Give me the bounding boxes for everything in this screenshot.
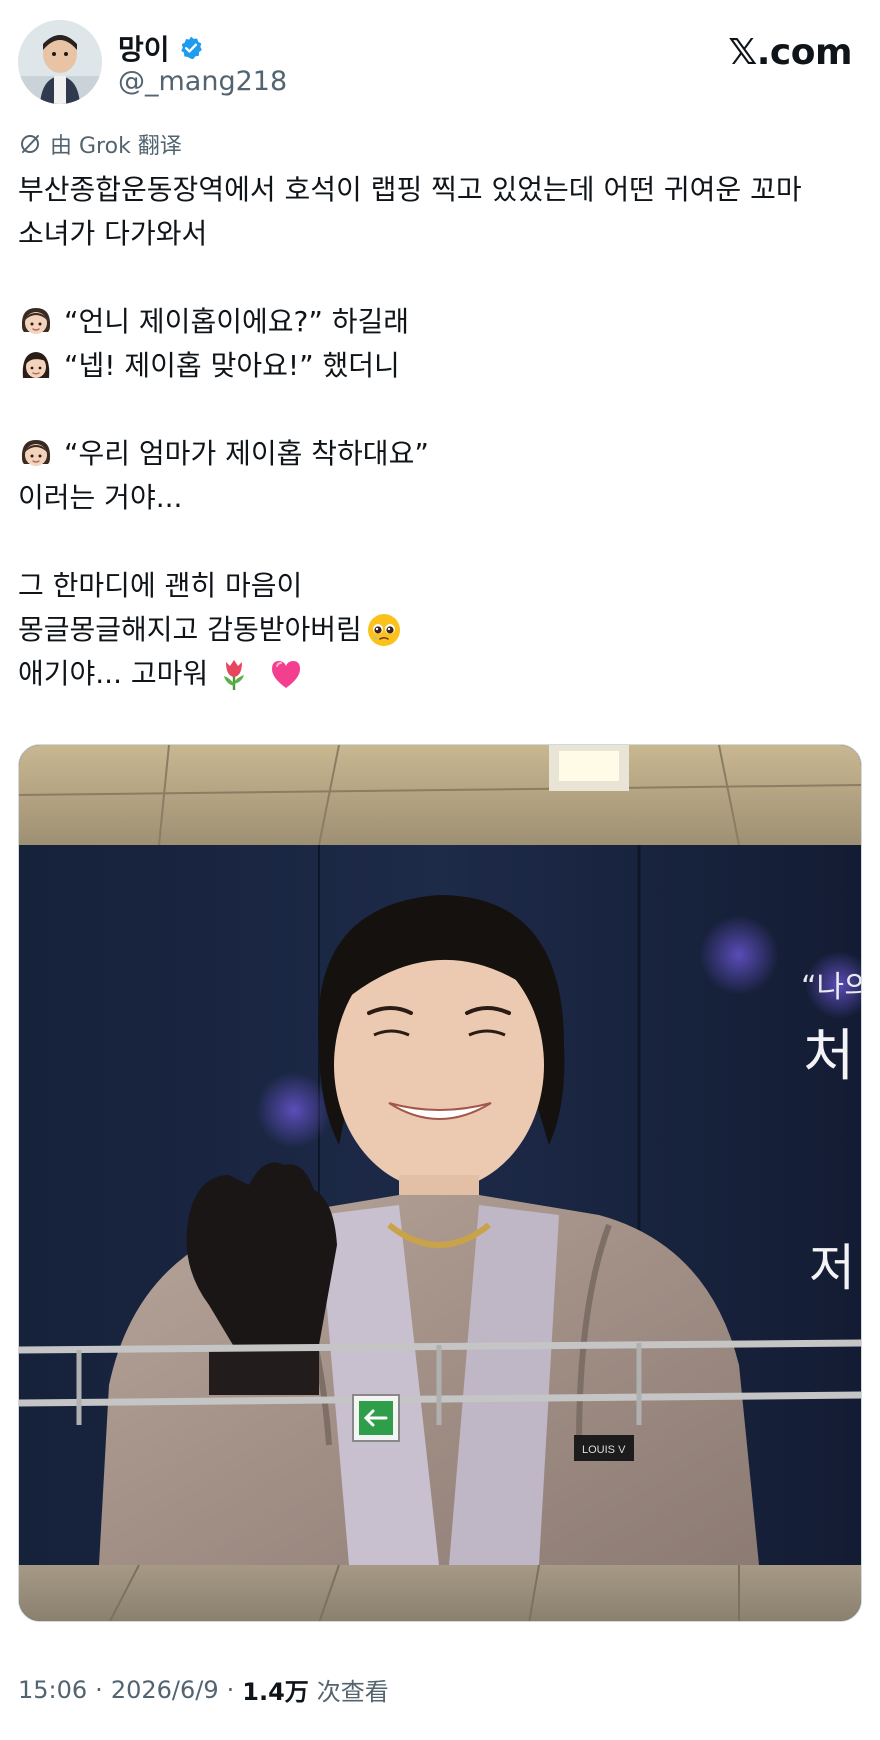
x-com-logo: 𝕏.com xyxy=(728,32,852,73)
views-count: 1.4万 xyxy=(242,1678,309,1706)
tweet-media-photo[interactable]: LOUIS V “나의 처 저 xyxy=(18,744,862,1622)
tweet-line: 부산종합운동장역에서 호석이 랩핑 찍고 있었는데 어떤 귀여운 꼬마 xyxy=(18,168,868,212)
translation-label[interactable]: 由 Grok 翻译 xyxy=(18,128,182,160)
jacket-brand-label: LOUIS V xyxy=(582,1444,626,1456)
tweet-line-text: 소녀가 다가와서 xyxy=(18,217,208,250)
tweet-line: “우리 엄마가 제이홉 착하대요” xyxy=(18,432,868,476)
pink-heart-emoji-icon xyxy=(268,656,304,692)
tweet-line-text: 애기야... 고마워 xyxy=(18,657,209,690)
tweet-header: 망이 @_mang218 𝕏.com xyxy=(18,20,862,104)
wall-sign-text-2: 처 xyxy=(803,1024,855,1089)
wall-sign-text-3: 저 xyxy=(809,1239,855,1297)
translation-text: 由 Grok 翻译 xyxy=(50,134,182,159)
tweet-line: 그 한마디에 괜히 마음이 xyxy=(18,564,868,608)
girl-emoji-icon xyxy=(18,304,54,340)
tweet-line: 몽글몽글해지고 감동받아버림 xyxy=(18,608,868,652)
tweet-date[interactable]: 2026/6/9 xyxy=(111,1676,219,1704)
pleading-face-emoji-icon xyxy=(366,612,402,648)
avatar[interactable] xyxy=(18,20,102,104)
subway-wrap-ad-photo: LOUIS V “나의 처 저 xyxy=(19,745,862,1621)
tweet-line-text: 그 한마디에 괜히 마음이 xyxy=(18,569,303,602)
tweet-line-text: “우리 엄마가 제이홉 착하대요” xyxy=(64,437,429,470)
author-name-row: 망이 xyxy=(118,28,204,68)
tweet-line-text: 이러는 거야... xyxy=(18,481,183,514)
tweet-line-text: 부산종합운동장역에서 호석이 랩핑 찍고 있었는데 어떤 귀여운 꼬마 xyxy=(18,173,802,206)
grok-icon xyxy=(21,135,39,153)
tweet-line-text: 몽글몽글해지고 감동받아버림 xyxy=(18,613,362,646)
verified-badge-icon xyxy=(178,35,204,61)
views-label: 次查看 xyxy=(316,1678,389,1706)
tulip-emoji-icon xyxy=(216,656,252,692)
author-name[interactable]: 망이 xyxy=(118,28,170,68)
tweet-line: 이러는 거야... xyxy=(18,476,868,520)
author-handle[interactable]: @_mang218 xyxy=(118,66,287,97)
tweet-line-text: “넵! 제이홉 맞아요!” 했더니 xyxy=(64,349,400,382)
tweet-line: 소녀가 다가와서 xyxy=(18,212,868,256)
meta-separator: · xyxy=(226,1675,235,1704)
tweet-line: “넵! 제이홉 맞아요!” 했더니 xyxy=(18,344,868,388)
tweet-time[interactable]: 15:06 xyxy=(18,1676,87,1704)
wall-sign-text-1: “나의 xyxy=(801,970,862,1005)
tweet-line: 애기야... 고마워 xyxy=(18,652,868,696)
tweet-line: “언니 제이홉이에요?” 하길래 xyxy=(18,300,868,344)
meta-separator: · xyxy=(95,1675,103,1704)
tweet-text: 부산종합운동장역에서 호석이 랩핑 찍고 있었는데 어떤 귀여운 꼬마 소녀가 … xyxy=(18,168,868,696)
tweet-meta: 15:06 · 2026/6/9 · 1.4万 次查看 xyxy=(18,1672,389,1707)
woman-emoji-icon xyxy=(18,348,54,384)
girl-emoji-icon xyxy=(18,436,54,472)
tweet-line-text: “언니 제이홉이에요?” 하길래 xyxy=(64,305,410,338)
